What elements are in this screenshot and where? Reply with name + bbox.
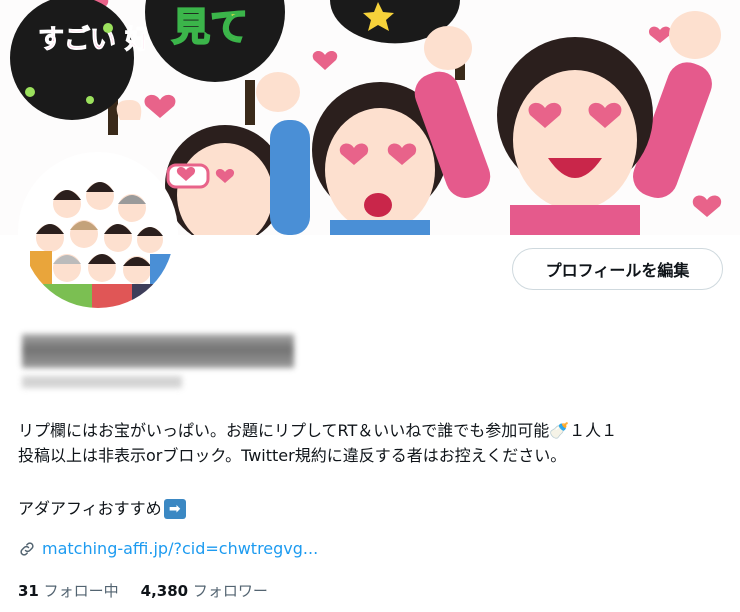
link-icon (20, 542, 34, 556)
follow-stats: 31 フォロー中 4,380 フォロワー (18, 580, 268, 602)
sign-text-center: 見て (172, 5, 248, 49)
following-stat[interactable]: 31 フォロー中 (18, 580, 119, 602)
following-label: フォロー中 (43, 582, 119, 600)
following-count: 31 (18, 582, 39, 600)
profile-bio: リプ欄にはお宝がいっぱい。お題にリプしてRT＆いいねで誰でも参加可能🍼１人１ 投… (18, 421, 618, 465)
profile-avatar[interactable] (18, 152, 178, 312)
profile-link-row: matching-affi.jp/?cid=chwtregvg... (18, 538, 318, 560)
right-arrow-icon: ➡ (163, 499, 186, 519)
followers-label: フォロワー (192, 582, 268, 600)
followers-count: 4,380 (140, 582, 189, 600)
username-redacted (22, 376, 182, 388)
display-name-redacted (22, 334, 294, 368)
avatar-crowd-illustration (22, 156, 174, 308)
edit-profile-button[interactable]: プロフィールを編集 (512, 248, 723, 290)
profile-website-link[interactable]: matching-affi.jp/?cid=chwtregvg... (42, 538, 318, 560)
recommend-line: アダアフィおすすめ ➡ (18, 498, 186, 520)
recommend-text: アダアフィおすすめ (18, 499, 162, 518)
followers-stat[interactable]: 4,380 フォロワー (141, 580, 268, 602)
